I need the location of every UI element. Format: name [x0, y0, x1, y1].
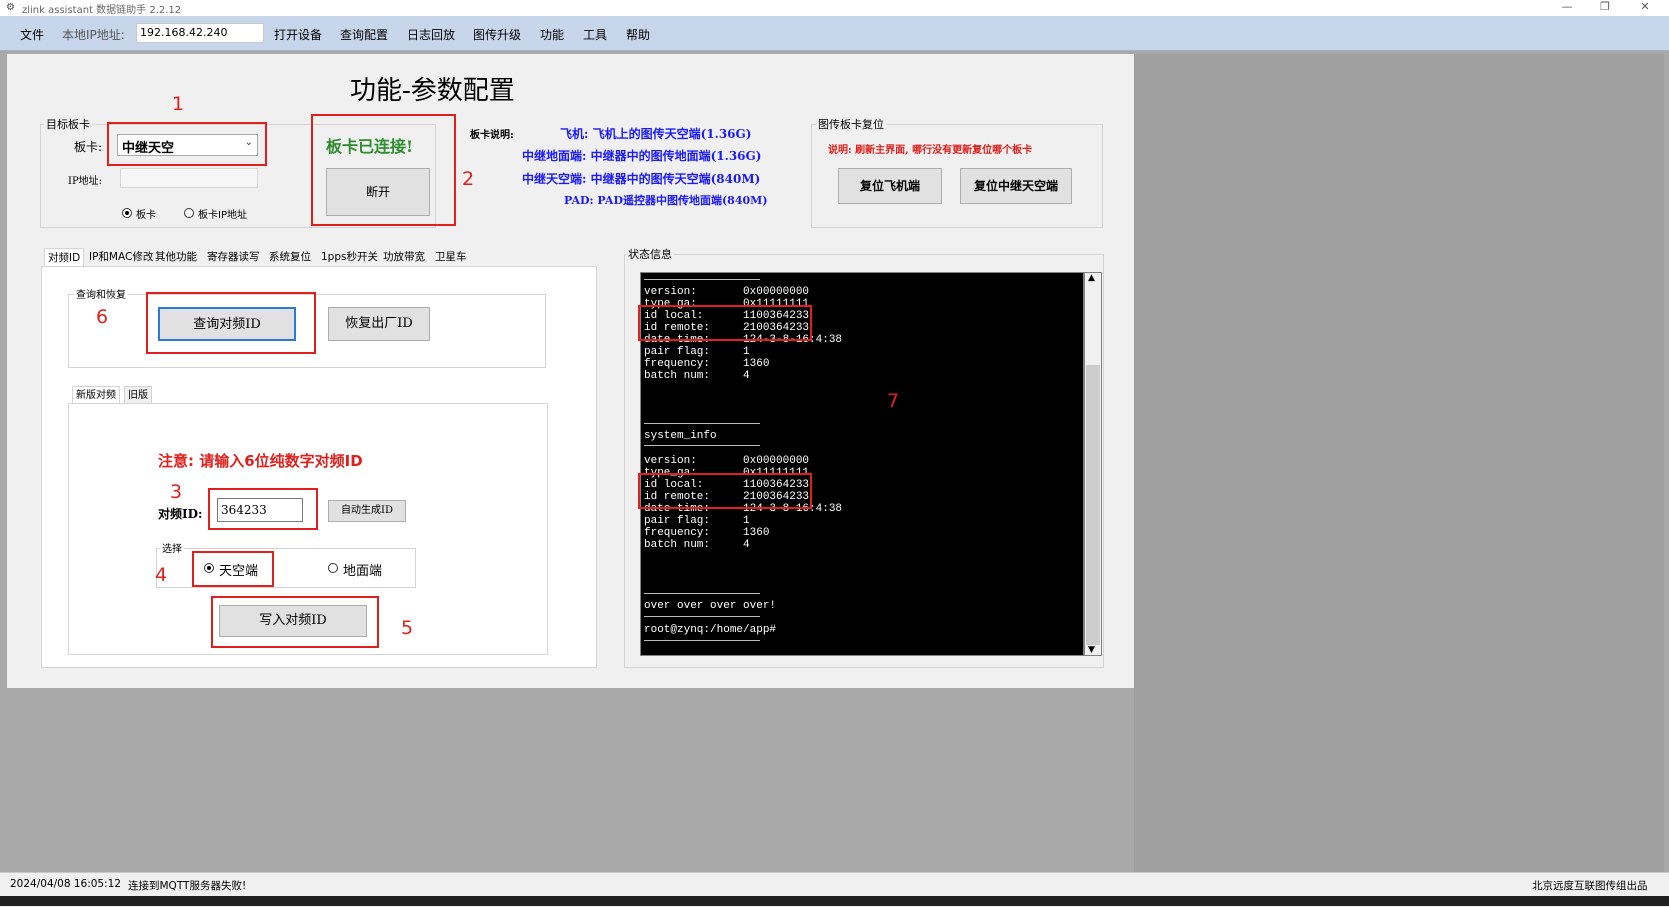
terminal-separator — [644, 616, 760, 617]
connection-status: 板卡已连接! — [326, 137, 414, 156]
annotation-number-6: 6 — [96, 306, 109, 328]
pairing-id-input[interactable]: 364233 — [217, 498, 303, 522]
query-restore-label: 查询和恢复 — [74, 286, 128, 301]
terminal-line: version: 0x00000000 — [644, 286, 810, 298]
scroll-down-icon[interactable]: ▼ — [1088, 645, 1095, 655]
tab-amplifier-bandwidth[interactable]: 功放带宽 — [380, 248, 428, 266]
menu-bar: 文件 本地IP地址: 192.168.42.240 打开设备 查询配置 日志回放… — [0, 16, 1669, 51]
page-title: 功能-参数配置 — [350, 76, 515, 106]
local-ip-label: 本地IP地址: — [62, 28, 125, 42]
board-ip-input[interactable] — [120, 168, 258, 188]
annotation-number-3: 3 — [170, 481, 183, 503]
menu-query-config[interactable]: 查询配置 — [340, 26, 388, 43]
close-button[interactable]: ✕ — [1630, 0, 1660, 16]
board-desc-line: 飞机: 飞机上的图传天空端(1.36G) — [560, 127, 752, 141]
annotation-frame-7a — [638, 305, 812, 341]
restore-button[interactable]: ❐ — [1590, 0, 1620, 16]
terminal-line: batch num: 4 — [644, 370, 750, 382]
annotation-number-2: 2 — [462, 168, 475, 190]
window-title: zlink assistant 数据链助手 2.2.12 — [22, 5, 182, 16]
ip-address-label: IP地址: — [68, 176, 103, 187]
menu-firmware-upgrade[interactable]: 图传升级 — [473, 26, 521, 43]
board-desc-line: PAD: PAD遥控器中图传地面端(840M) — [564, 194, 768, 207]
query-pairing-id-button[interactable]: 查询对频ID — [158, 307, 296, 341]
taskbar — [0, 896, 1669, 906]
radio-ground-end-label: 地面端 — [343, 564, 383, 579]
restore-factory-id-button[interactable]: 恢复出厂ID — [328, 307, 430, 341]
menu-help[interactable]: 帮助 — [626, 26, 650, 43]
select-group-label: 选择 — [160, 540, 184, 555]
terminal-separator — [644, 445, 760, 446]
terminal-scroll-thumb[interactable] — [1086, 365, 1100, 645]
board-desc-title: 板卡说明: — [470, 130, 514, 141]
reset-group-label: 图传板卡复位 — [816, 116, 886, 132]
app-logo-icon: ⚙ — [6, 2, 15, 13]
annotation-number-4: 4 — [155, 564, 168, 586]
terminal-line: frequency: 1360 — [644, 527, 770, 539]
annotation-frame-7b — [638, 473, 812, 509]
status-info-label: 状态信息 — [626, 246, 674, 262]
tab-satellite-vehicle[interactable]: 卫星车 — [432, 248, 470, 266]
menu-log-playback[interactable]: 日志回放 — [407, 26, 455, 43]
status-message: 连接到MQTT服务器失败! — [128, 880, 247, 892]
terminal-line: version: 0x00000000 — [644, 455, 810, 467]
terminal-prompt: root@zynq:/home/app# — [644, 624, 777, 636]
terminal-separator — [644, 423, 760, 424]
tab-ip-mac[interactable]: IP和MAC修改 — [86, 248, 156, 266]
tab-system-reset[interactable]: 系统复位 — [266, 248, 314, 266]
empty-workspace — [1134, 54, 1664, 872]
radio-board-ip-label: 板卡IP地址 — [198, 210, 247, 221]
status-datetime: 2024/04/08 16:05:12 — [10, 878, 122, 890]
reset-aircraft-button[interactable]: 复位飞机端 — [838, 168, 942, 204]
terminal-line: frequency: 1360 — [644, 358, 770, 370]
radio-board-ip[interactable] — [184, 208, 194, 218]
tab-pairing-id[interactable]: 对频ID — [44, 248, 85, 267]
terminal-separator — [644, 593, 760, 594]
radio-board[interactable] — [122, 208, 132, 218]
menu-functions[interactable]: 功能 — [540, 26, 564, 43]
terminal-line: batch num: 4 — [644, 539, 750, 551]
board-label: 板卡: — [74, 140, 103, 154]
write-pairing-id-button[interactable]: 写入对频ID — [219, 605, 367, 637]
menu-open-device[interactable]: 打开设备 — [274, 26, 322, 43]
annotation-number-5: 5 — [401, 617, 414, 639]
pairing-notice: 注意: 请输入6位纯数字对频ID — [158, 452, 363, 470]
annotation-number-7: 7 — [887, 390, 900, 412]
terminal-section: system_info — [644, 430, 717, 442]
menu-file[interactable]: 文件 — [20, 26, 44, 43]
auto-generate-id-button[interactable]: 自动生成ID — [328, 500, 406, 522]
terminal-separator — [644, 279, 760, 280]
terminal-line: pair flag: 1 — [644, 346, 750, 358]
terminal-separator — [644, 640, 760, 641]
tab-register-rw[interactable]: 寄存器读写 — [204, 248, 263, 266]
pairing-id-label: 对频ID: — [158, 507, 203, 521]
terminal-line: pair flag: 1 — [644, 515, 750, 527]
status-credit: 北京远度互联图传组出品 — [1532, 880, 1648, 892]
target-board-group-label: 目标板卡 — [44, 116, 92, 132]
radio-ground-end[interactable] — [328, 563, 338, 573]
board-desc-line: 中继天空端: 中继器中的图传天空端(840M) — [522, 172, 761, 186]
radio-sky-end[interactable] — [204, 563, 214, 573]
menu-tools[interactable]: 工具 — [583, 26, 607, 43]
local-ip-input[interactable]: 192.168.42.240 — [136, 23, 264, 43]
reset-relay-sky-button[interactable]: 复位中继天空端 — [960, 168, 1072, 204]
radio-sky-end-label: 天空端 — [219, 564, 259, 579]
tab-other-functions[interactable]: 其他功能 — [152, 248, 200, 266]
terminal-over-line: over over over over! — [644, 600, 777, 612]
scroll-up-icon[interactable]: ▲ — [1088, 273, 1095, 283]
minimize-button[interactable]: — — [1552, 0, 1582, 16]
reset-note: 说明: 刷新主界面, 哪行没有更新复位哪个板卡 — [828, 145, 1033, 156]
tab-1pps-switch[interactable]: 1pps秒开关 — [318, 248, 381, 266]
disconnect-button[interactable]: 断开 — [326, 168, 430, 216]
title-bar: ⚙ zlink assistant 数据链助手 2.2.12 — ❐ ✕ — [0, 0, 1669, 16]
board-desc-line: 中继地面端: 中继器中的图传地面端(1.36G) — [522, 149, 762, 163]
annotation-number-1: 1 — [172, 93, 185, 115]
radio-board-label: 板卡 — [136, 210, 156, 221]
annotation-frame-1 — [107, 122, 267, 166]
